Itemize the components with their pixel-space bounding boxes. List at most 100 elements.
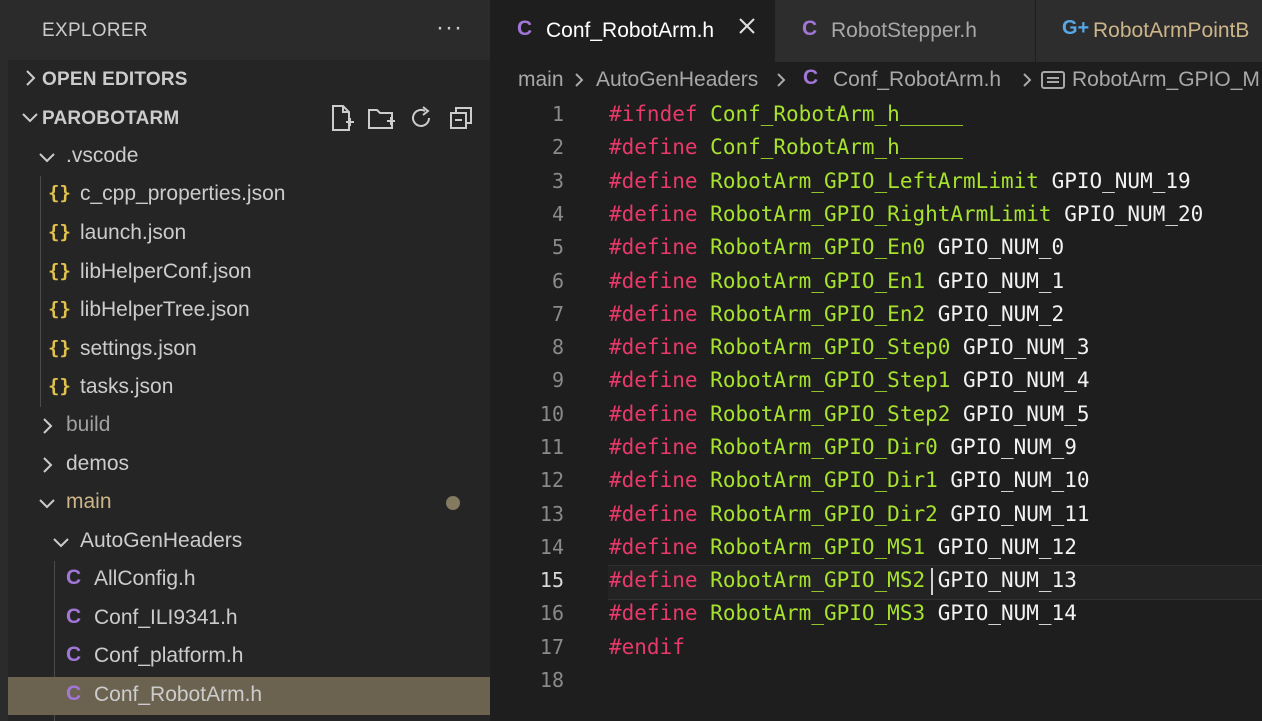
chevron-down-icon — [39, 499, 55, 509]
collapse-all-icon[interactable] — [446, 103, 476, 133]
tab-robotstepper[interactable]: C RobotStepper.h — [775, 0, 1036, 62]
more-actions-icon[interactable]: ··· — [436, 14, 463, 42]
breadcrumb: main AutoGenHeaders C Conf_RobotArm.h Ro… — [490, 62, 1262, 98]
code-line[interactable]: 17 #endif — [490, 632, 1262, 665]
tree-file-allconfig[interactable]: C AllConfig.h — [8, 561, 490, 599]
code-line[interactable]: 10 #define RobotArm_GPIO_Step2 GPIO_NUM_5 — [490, 399, 1262, 432]
tab-robotarmpointb[interactable]: G+ RobotArmPointB — [1036, 0, 1262, 62]
keyword: #define — [609, 601, 698, 625]
line-number: 11 — [539, 435, 564, 459]
open-editors-label: OPEN EDITORS — [42, 69, 188, 90]
macro-name: RobotArm_GPIO_Step2 — [710, 402, 951, 426]
tree-file-tasks[interactable]: {} tasks.json — [8, 369, 490, 407]
tree-folder-build[interactable]: build — [8, 407, 490, 445]
code-line[interactable]: 13 #define RobotArm_GPIO_Dir2 GPIO_NUM_11 — [490, 499, 1262, 532]
tree-file-launch[interactable]: {} launch.json — [8, 215, 490, 253]
tree-folder-main[interactable]: main — [8, 484, 490, 522]
tree-file-conf-platform[interactable]: C Conf_platform.h — [8, 638, 490, 676]
explorer-header: EXPLORER ··· — [8, 0, 490, 60]
code-text: #define RobotArm_GPIO_Dir2 GPIO_NUM_11 — [609, 502, 1089, 526]
line-number: 9 — [551, 368, 564, 392]
new-folder-icon[interactable] — [366, 103, 396, 133]
tree-label: c_cpp_properties.json — [80, 182, 286, 205]
code-editor[interactable]: 1 #ifndef Conf_RobotArm_h_____ 2 #define Co… — [490, 98, 1262, 721]
tree-file-libhelperconf[interactable]: {} libHelperConf.json — [8, 254, 490, 292]
keyword: #define — [609, 568, 698, 592]
line-number: 2 — [551, 135, 564, 159]
refresh-icon[interactable] — [406, 103, 436, 133]
code-text: #define RobotArm_GPIO_En2 GPIO_NUM_2 — [609, 302, 1064, 326]
modified-dot-icon — [446, 496, 460, 510]
macro-value: GPIO_NUM_3 — [963, 335, 1090, 359]
keyword: #define — [609, 202, 698, 226]
tree-file-conf-robotarm[interactable]: C Conf_RobotArm.h — [8, 677, 490, 715]
code-text: #define RobotArm_GPIO_Dir1 GPIO_NUM_10 — [609, 468, 1089, 492]
code-text: #endif — [609, 635, 685, 659]
macro-name: RobotArm_GPIO_Dir2 — [710, 502, 938, 526]
code-text: #define Conf_RobotArm_h_____ — [609, 135, 963, 159]
line-number: 5 — [551, 235, 564, 259]
tree-file-c-cpp-properties[interactable]: {} c_cpp_properties.json — [8, 176, 490, 214]
project-label: PAROBOTARM — [42, 108, 180, 129]
code-line[interactable]: 4 #define RobotArm_GPIO_RightArmLimit GPI… — [490, 199, 1262, 232]
code-line[interactable]: 18 — [490, 665, 1262, 698]
line-number: 18 — [539, 668, 564, 692]
c-file-icon: C — [66, 643, 82, 666]
tree-label: settings.json — [80, 337, 197, 360]
macro-name: RobotArm_GPIO_En0 — [710, 235, 926, 259]
code-line[interactable]: 1 #ifndef Conf_RobotArm_h_____ — [490, 99, 1262, 132]
new-file-icon[interactable] — [326, 103, 356, 133]
keyword: #define — [609, 269, 698, 293]
code-line[interactable]: 14 #define RobotArm_GPIO_MS1 GPIO_NUM_12 — [490, 532, 1262, 565]
code-line[interactable]: 12 #define RobotArm_GPIO_Dir1 GPIO_NUM_10 — [490, 465, 1262, 498]
keyword: #define — [609, 235, 698, 259]
line-number: 16 — [539, 601, 564, 625]
macro-value: GPIO_NUM_1 — [937, 269, 1065, 293]
macro-name: RobotArm_GPIO_Step0 — [710, 335, 951, 359]
tree-folder-vscode[interactable]: .vscode — [8, 138, 490, 176]
tree-file-libhelpertree[interactable]: {} libHelperTree.json — [8, 292, 490, 330]
code-line[interactable]: 15 #define RobotArm_GPIO_MS2 GPIO_NUM_13 — [490, 565, 1262, 600]
macro-value: GPIO_NUM_19 — [1051, 169, 1191, 193]
code-text: #define RobotArm_GPIO_RightArmLimit GPIO… — [609, 202, 1203, 226]
code-line[interactable]: 5 #define RobotArm_GPIO_En0 GPIO_NUM_0 — [490, 232, 1262, 265]
breadcrumb-file[interactable]: Conf_RobotArm.h — [833, 68, 1001, 92]
macro-value: GPIO_NUM_13 — [937, 568, 1077, 592]
line-number: 10 — [539, 402, 564, 426]
tab-label: Conf_RobotArm.h — [546, 19, 715, 42]
code-line[interactable]: 11 #define RobotArm_GPIO_Dir0 GPIO_NUM_9 — [490, 432, 1262, 465]
code-line[interactable]: 2 #define Conf_RobotArm_h_____ — [490, 132, 1262, 165]
code-line[interactable]: 3 #define RobotArm_GPIO_LeftArmLimit GPIO… — [490, 166, 1262, 199]
close-icon[interactable] — [736, 15, 758, 37]
section-actions — [324, 99, 490, 137]
code-line[interactable]: 16 #define RobotArm_GPIO_MS3 GPIO_NUM_14 — [490, 598, 1262, 631]
code-line[interactable]: 6 #define RobotArm_GPIO_En1 GPIO_NUM_1 — [490, 266, 1262, 299]
tree-file-conf-ili9341[interactable]: C Conf_ILI9341.h — [8, 600, 490, 638]
breadcrumb-symbol[interactable]: RobotArm_GPIO_M — [1072, 68, 1260, 92]
keyword: #define — [609, 502, 698, 526]
breadcrumb-main[interactable]: main — [518, 68, 564, 92]
code-line[interactable]: 9 #define RobotArm_GPIO_Step1 GPIO_NUM_4 — [490, 365, 1262, 398]
tab-conf-robotarm[interactable]: C Conf_RobotArm.h — [490, 0, 775, 62]
tree-folder-demos[interactable]: demos — [8, 446, 490, 484]
tree-file-settings[interactable]: {} settings.json — [8, 331, 490, 369]
code-line[interactable]: 7 #define RobotArm_GPIO_En2 GPIO_NUM_2 — [490, 299, 1262, 332]
line-number: 3 — [551, 169, 564, 193]
json-file-icon: {} — [48, 375, 71, 397]
macro-value: GPIO_NUM_9 — [950, 435, 1077, 459]
code-text: #define RobotArm_GPIO_LeftArmLimit GPIO_… — [609, 169, 1191, 193]
project-section[interactable]: PAROBOTARM — [8, 99, 490, 137]
code-text: #define RobotArm_GPIO_En0 GPIO_NUM_0 — [609, 235, 1064, 259]
tree-folder-autogenheaders[interactable]: AutoGenHeaders — [8, 523, 490, 561]
code-text: #define RobotArm_GPIO_Step1 GPIO_NUM_4 — [609, 368, 1089, 392]
breadcrumb-autogenheaders[interactable]: AutoGenHeaders — [596, 68, 758, 92]
chevron-down-icon — [22, 113, 38, 123]
text-cursor — [931, 568, 933, 595]
open-editors-section[interactable]: OPEN EDITORS — [8, 60, 490, 98]
tree-label: .vscode — [66, 144, 139, 167]
code-line[interactable]: 8 #define RobotArm_GPIO_Step0 GPIO_NUM_3 — [490, 332, 1262, 365]
macro-value: GPIO_NUM_4 — [963, 368, 1090, 392]
keyword: #define — [609, 335, 698, 359]
line-number: 8 — [551, 335, 564, 359]
json-file-icon: {} — [48, 298, 71, 320]
